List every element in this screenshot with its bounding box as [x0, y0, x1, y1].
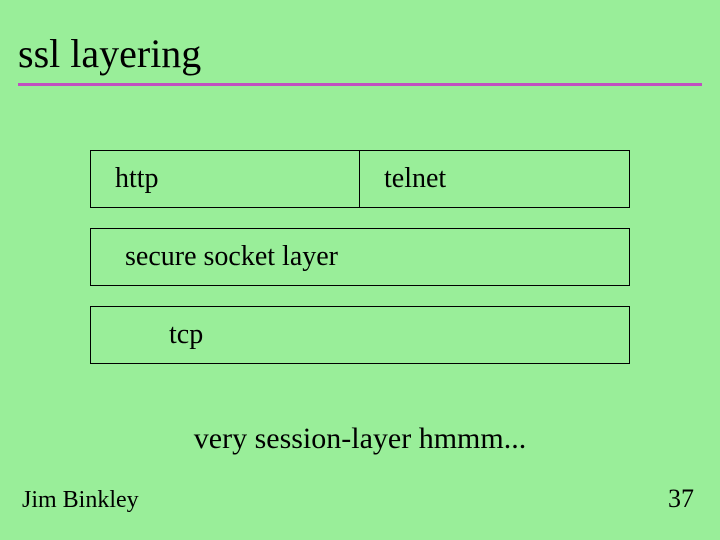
ssl-layer-row: secure socket layer — [90, 228, 630, 286]
slide-title-block: ssl layering — [18, 30, 702, 86]
tcp-layer-row: tcp — [90, 306, 630, 364]
slide-caption: very session-layer hmmm... — [0, 422, 720, 456]
tcp-layer-label: tcp — [169, 319, 203, 351]
application-telnet-cell: telnet — [360, 151, 629, 207]
ssl-layer-label: secure socket layer — [125, 241, 338, 273]
application-http-cell: http — [91, 151, 360, 207]
application-telnet-label: telnet — [384, 163, 446, 195]
application-http-label: http — [115, 163, 159, 195]
slide-title: ssl layering — [18, 30, 702, 83]
application-layer-row: http telnet — [90, 150, 630, 208]
page-number: 37 — [668, 484, 694, 514]
layer-diagram: http telnet secure socket layer tcp — [90, 150, 630, 364]
slide-author: Jim Binkley — [22, 487, 139, 514]
title-underline — [18, 83, 702, 86]
